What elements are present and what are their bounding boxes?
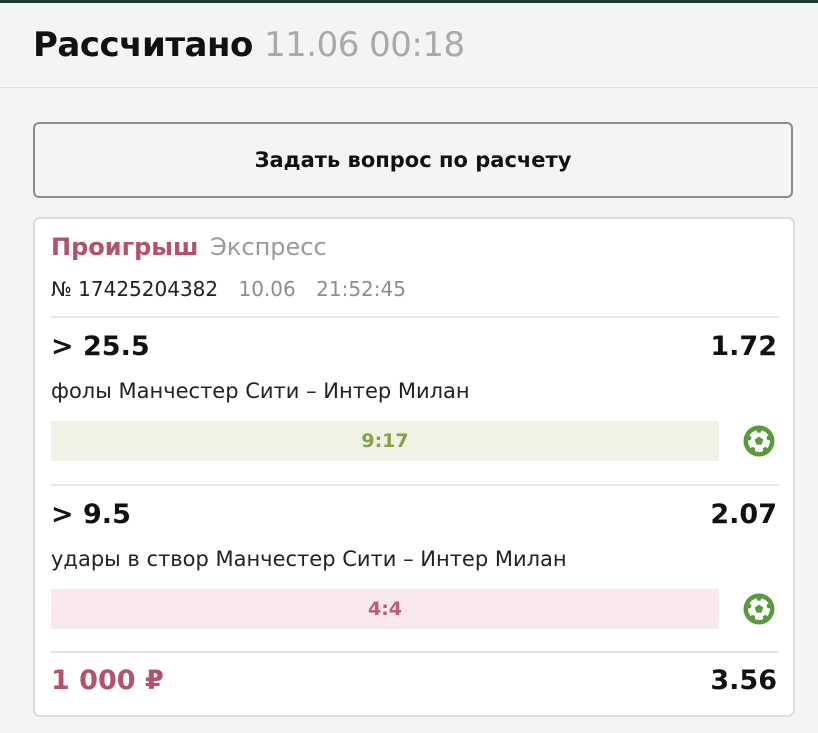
bet-card: Проигрыш Экспресс № 17425204382 10.06 21…: [33, 217, 795, 717]
selection-value: > 9.5: [51, 499, 131, 530]
stake-amount: 1 000 ₽: [51, 665, 164, 696]
selection-odds: 2.07: [710, 499, 777, 530]
soccer-ball-icon: [743, 593, 775, 625]
bet-time: 21:52:45: [316, 277, 406, 301]
divider: [51, 651, 779, 653]
settled-datetime: 11.06 00:18: [264, 25, 465, 65]
bet-type: Экспресс: [210, 233, 327, 261]
selection-market: фолы Манчестер Сити – Интер Милан: [51, 379, 470, 403]
ask-question-button[interactable]: Задать вопрос по расчету: [33, 122, 793, 198]
score-bar-lose: 4:4: [51, 589, 719, 629]
divider: [51, 484, 779, 486]
page-title: Рассчитано: [33, 25, 253, 65]
total-odds: 3.56: [710, 665, 777, 696]
bet-meta: № 17425204382 10.06 21:52:45: [51, 277, 406, 301]
score-bar-win: 9:17: [51, 421, 719, 461]
selection-market: удары в створ Манчестер Сити – Интер Мил…: [51, 547, 567, 571]
header: Рассчитано 11.06 00:18: [0, 3, 818, 88]
selection-odds: 1.72: [710, 331, 777, 362]
selection-value: > 25.5: [51, 331, 150, 362]
bet-status-line: Проигрыш Экспресс: [51, 233, 327, 261]
bet-number: № 17425204382: [51, 277, 219, 301]
divider: [51, 316, 779, 318]
soccer-ball-icon: [743, 425, 775, 457]
bet-date: 10.06: [238, 277, 296, 301]
bet-status: Проигрыш: [51, 233, 199, 261]
